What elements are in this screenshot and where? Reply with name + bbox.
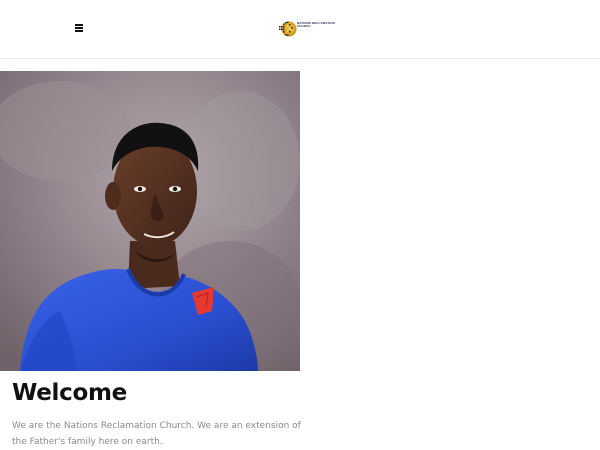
logo-tagline: ................................ <box>297 30 315 32</box>
globe-logo-icon <box>279 21 297 37</box>
welcome-title: Welcome <box>12 380 127 406</box>
man-in-blue-outfit-photo <box>0 71 300 371</box>
hamburger-menu-icon[interactable] <box>75 24 83 32</box>
hero-photo <box>0 71 300 371</box>
site-logo[interactable]: NATIONS RECLAMATION CHURCH ..............… <box>277 19 335 39</box>
site-header: NATIONS RECLAMATION CHURCH ..............… <box>0 0 600 59</box>
logo-wordmark: NATIONS RECLAMATION CHURCH <box>297 21 335 29</box>
welcome-text: We are the Nations Reclamation Church. W… <box>12 421 301 447</box>
